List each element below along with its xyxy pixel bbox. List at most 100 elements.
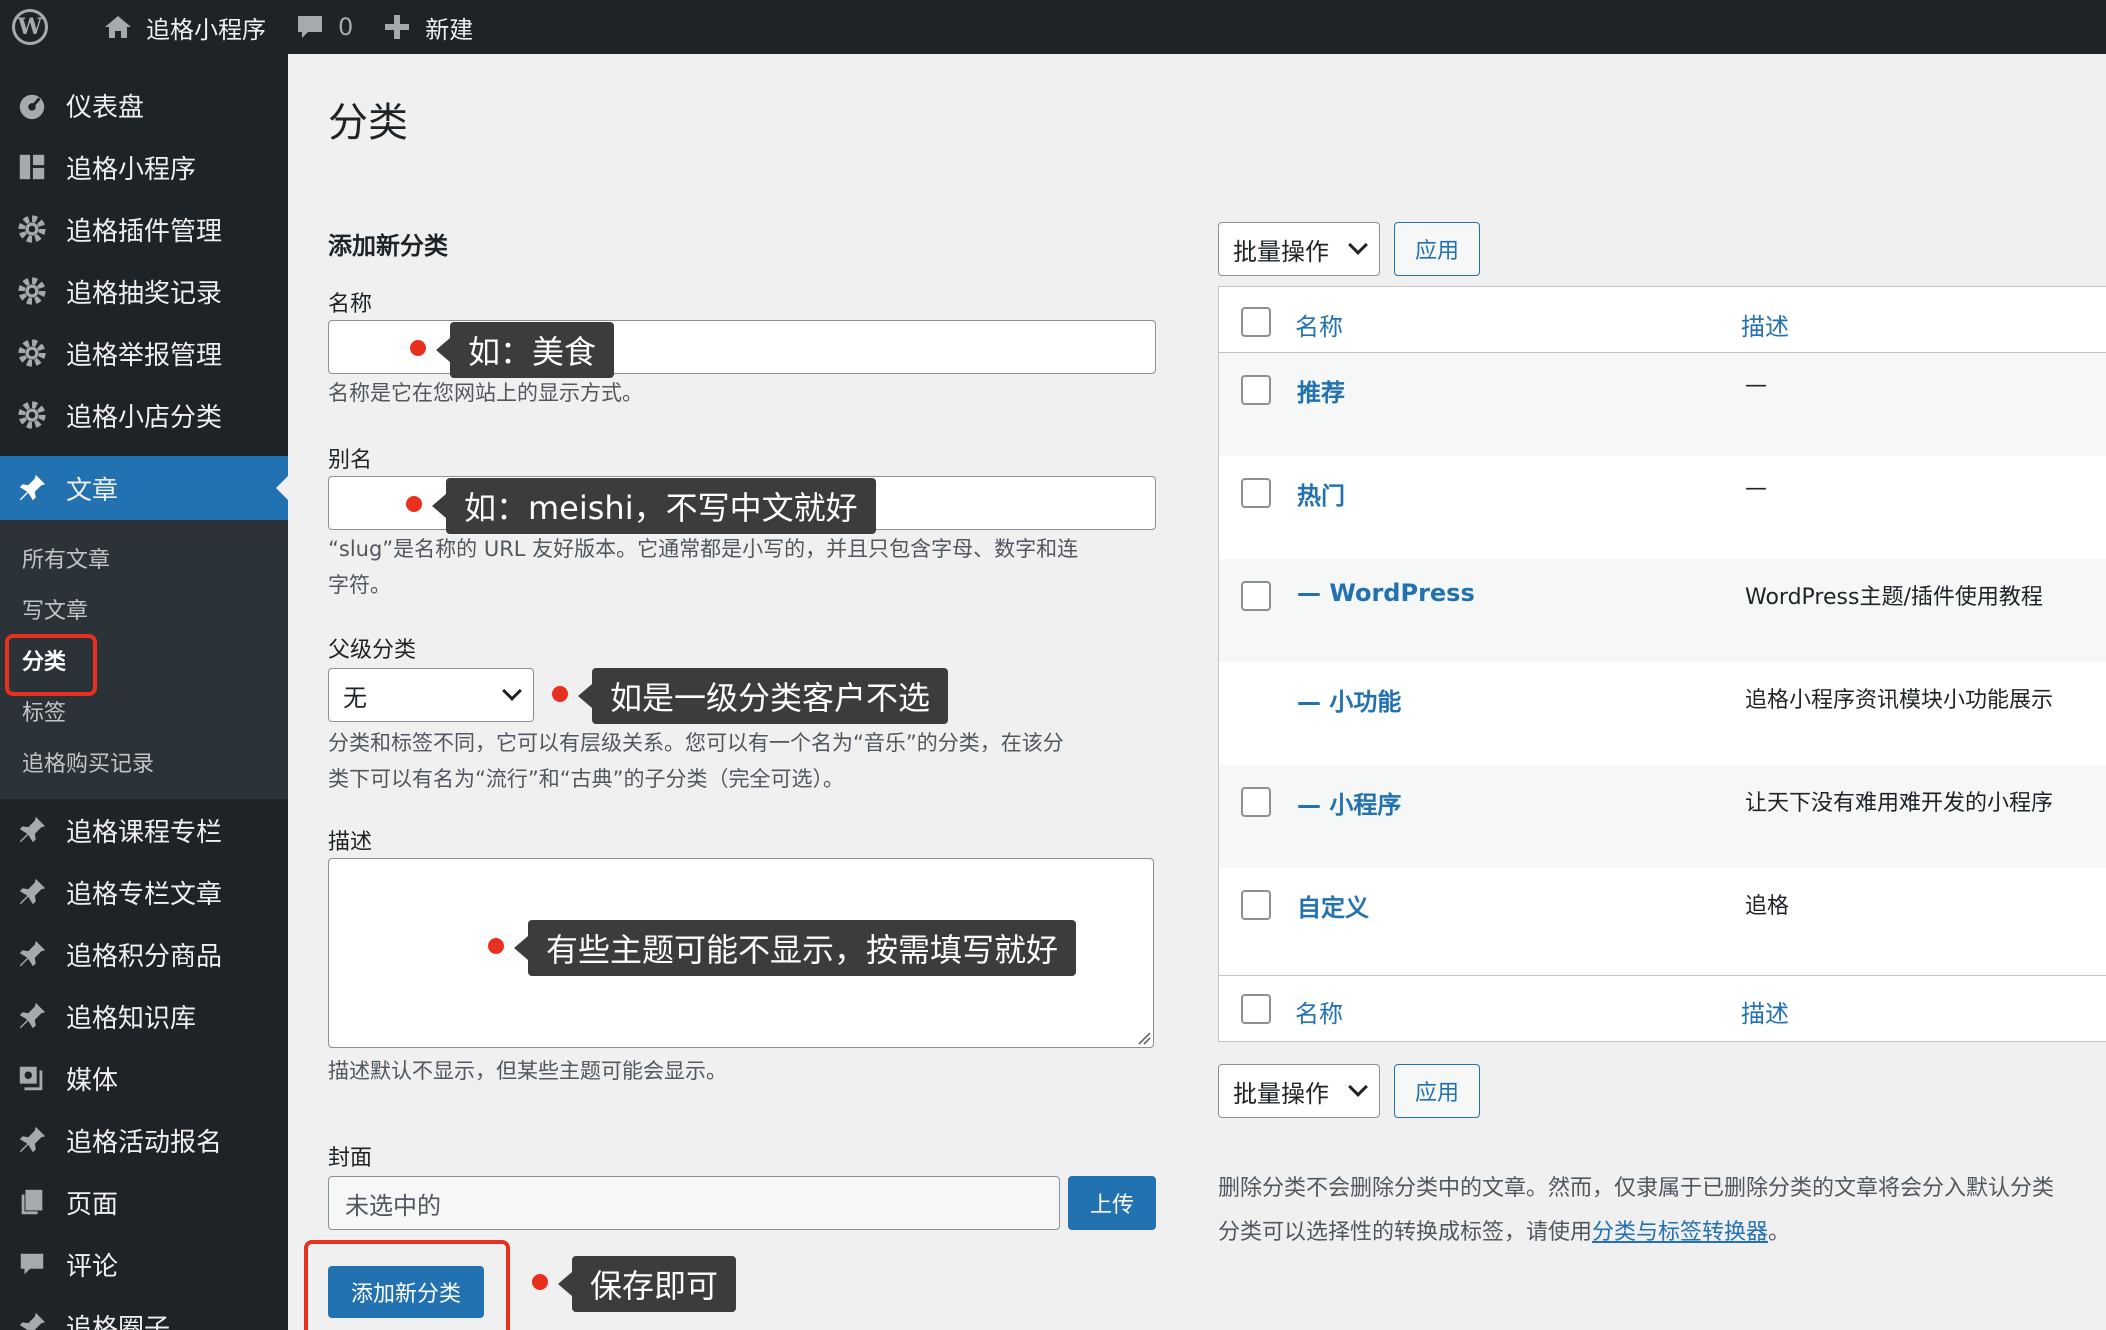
category-description: — xyxy=(1745,476,1767,501)
wordpress-logo-button[interactable]: W xyxy=(0,0,62,54)
menu-item-lottery-records[interactable]: 追格抽奖记录 xyxy=(0,260,288,322)
bulk-actions-label: 批量操作 xyxy=(1233,1079,1329,1108)
menu-item-pages[interactable]: 页面 xyxy=(0,1171,288,1233)
row-checkbox[interactable] xyxy=(1241,581,1271,611)
pin-icon xyxy=(16,1310,48,1330)
menu-label: 追格专栏文章 xyxy=(66,879,223,910)
resize-handle-icon[interactable] xyxy=(1135,1029,1151,1045)
apply-button-bottom[interactable]: 应用 xyxy=(1394,1064,1480,1118)
menu-item-course-column[interactable]: 追格课程专栏 xyxy=(0,799,288,861)
column-header-description[interactable]: 描述 xyxy=(1741,307,1789,342)
new-content-label: 新建 xyxy=(425,15,474,44)
menu-label: 评论 xyxy=(66,1251,119,1282)
bulk-actions-select-top[interactable]: 批量操作 xyxy=(1218,222,1380,276)
category-name-link[interactable]: 自定义 xyxy=(1297,888,1369,923)
parent-help-line2: 类下可以有名为“流行”和“古典”的子分类（完全可选）。 xyxy=(328,767,845,791)
pin-icon xyxy=(16,876,48,908)
category-description: WordPress主题/插件使用教程 xyxy=(1745,585,2043,610)
select-all-checkbox-bottom[interactable] xyxy=(1241,994,1271,1024)
menu-item-comments[interactable]: 评论 xyxy=(0,1233,288,1295)
comments-link[interactable]: 0 xyxy=(280,0,367,54)
menu-item-plugin-manage[interactable]: 追格插件管理 xyxy=(0,198,288,260)
submenu-write-post[interactable]: 写文章 xyxy=(0,583,288,634)
delete-category-note: 删除分类不会删除分类中的文章。然而，仅隶属于已删除分类的文章将会分入默认分类 xyxy=(1218,1176,2055,1201)
menu-item-event-signup[interactable]: 追格活动报名 xyxy=(0,1109,288,1171)
menu-item-column-articles[interactable]: 追格专栏文章 xyxy=(0,861,288,923)
grid-icon xyxy=(16,151,48,183)
category-tag-converter-link[interactable]: 分类与标签转换器 xyxy=(1592,1220,1768,1245)
select-all-checkbox[interactable] xyxy=(1241,307,1271,337)
site-name-label: 追格小程序 xyxy=(146,15,266,44)
row-checkbox[interactable] xyxy=(1241,787,1271,817)
row-checkbox[interactable] xyxy=(1241,890,1271,920)
category-name-link[interactable]: — WordPress xyxy=(1297,579,1475,607)
menu-label: 页面 xyxy=(66,1189,119,1220)
category-name-link[interactable]: — 小程序 xyxy=(1297,785,1401,820)
menu-item-zhuige-miniapp[interactable]: 追格小程序 xyxy=(0,136,288,198)
slug-label: 别名 xyxy=(328,448,373,473)
table-footer-row: 名称 描述 xyxy=(1219,975,2106,1041)
description-help: 描述默认不显示，但某些主题可能会显示。 xyxy=(328,1059,727,1083)
media-icon xyxy=(16,1062,48,1094)
category-name-link[interactable]: 热门 xyxy=(1297,476,1345,511)
menu-label: 追格插件管理 xyxy=(66,216,223,247)
menu-item-report-manage[interactable]: 追格举报管理 xyxy=(0,322,288,384)
pin-icon xyxy=(16,472,48,504)
bulk-actions-select-bottom[interactable]: 批量操作 xyxy=(1218,1064,1380,1118)
column-footer-description[interactable]: 描述 xyxy=(1741,994,1789,1029)
submit-highlight-box xyxy=(304,1240,510,1330)
gear-icon xyxy=(16,399,48,431)
column-footer-name[interactable]: 名称 xyxy=(1295,994,1343,1029)
submenu-all-posts[interactable]: 所有文章 xyxy=(0,532,288,583)
comments-count: 0 xyxy=(338,13,354,41)
new-content-link[interactable]: 新建 xyxy=(367,0,487,54)
menu-item-circles[interactable]: 追格圈子 xyxy=(0,1295,288,1330)
parent-select-value: 无 xyxy=(343,683,367,712)
chevron-down-icon xyxy=(1348,1077,1368,1097)
pin-icon xyxy=(16,938,48,970)
chevron-down-icon xyxy=(1348,235,1368,255)
site-name-link[interactable]: 追格小程序 xyxy=(62,0,280,54)
category-description: 让天下没有难用难开发的小程序 xyxy=(1745,791,2054,816)
column-header-name[interactable]: 名称 xyxy=(1295,307,1343,342)
parent-select[interactable]: 无 xyxy=(328,668,534,722)
wordpress-logo-icon: W xyxy=(12,9,48,45)
menu-label: 仪表盘 xyxy=(66,92,145,123)
parent-label: 父级分类 xyxy=(328,638,417,663)
menu-item-shop-category[interactable]: 追格小店分类 xyxy=(0,384,288,446)
category-name-link[interactable]: 推荐 xyxy=(1297,373,1345,408)
gear-icon xyxy=(16,337,48,369)
category-description: 追格 xyxy=(1745,894,1790,919)
menu-label: 文章 xyxy=(66,475,119,506)
pin-icon xyxy=(16,1124,48,1156)
annotation-dot-slug xyxy=(406,496,422,512)
menu-item-media[interactable]: 媒体 xyxy=(0,1047,288,1109)
menu-item-knowledge-base[interactable]: 追格知识库 xyxy=(0,985,288,1047)
category-description: — xyxy=(1745,373,1767,398)
comment-bubble-icon xyxy=(298,16,322,38)
category-name-link[interactable]: — 小功能 xyxy=(1297,682,1401,717)
home-icon xyxy=(105,16,131,38)
table-row: — 小程序 让天下没有难用难开发的小程序 xyxy=(1219,765,2106,868)
menu-label: 媒体 xyxy=(66,1065,119,1096)
slug-help-line1: “slug”是名称的 URL 友好版本。它通常都是小写的，并且只包含字母、数字和… xyxy=(328,537,1079,561)
menu-item-points-goods[interactable]: 追格积分商品 xyxy=(0,923,288,985)
upload-button[interactable]: 上传 xyxy=(1068,1176,1156,1230)
table-row: — 小功能 追格小程序资讯模块小功能展示 xyxy=(1219,662,2106,765)
menu-label: 追格小店分类 xyxy=(66,402,223,433)
cover-input[interactable]: 未选中的 xyxy=(328,1176,1060,1230)
apply-button-top[interactable]: 应用 xyxy=(1394,222,1480,276)
annotation-dot-description xyxy=(488,938,504,954)
menu-item-posts[interactable]: 文章 xyxy=(0,456,288,520)
menu-item-dashboard[interactable]: 仪表盘 xyxy=(0,74,288,136)
name-label: 名称 xyxy=(328,292,373,317)
table-row: 推荐 — xyxy=(1219,353,2106,456)
pin-icon xyxy=(16,1000,48,1032)
table-header-row: 名称 描述 xyxy=(1219,287,2106,353)
row-checkbox[interactable] xyxy=(1241,375,1271,405)
menu-label: 追格积分商品 xyxy=(66,941,223,972)
annotation-dot-save xyxy=(532,1274,548,1290)
annotation-description: 有些主题可能不显示，按需填写就好 xyxy=(513,920,1077,976)
row-checkbox[interactable] xyxy=(1241,478,1271,508)
submenu-purchase-records[interactable]: 追格购买记录 xyxy=(0,736,288,787)
